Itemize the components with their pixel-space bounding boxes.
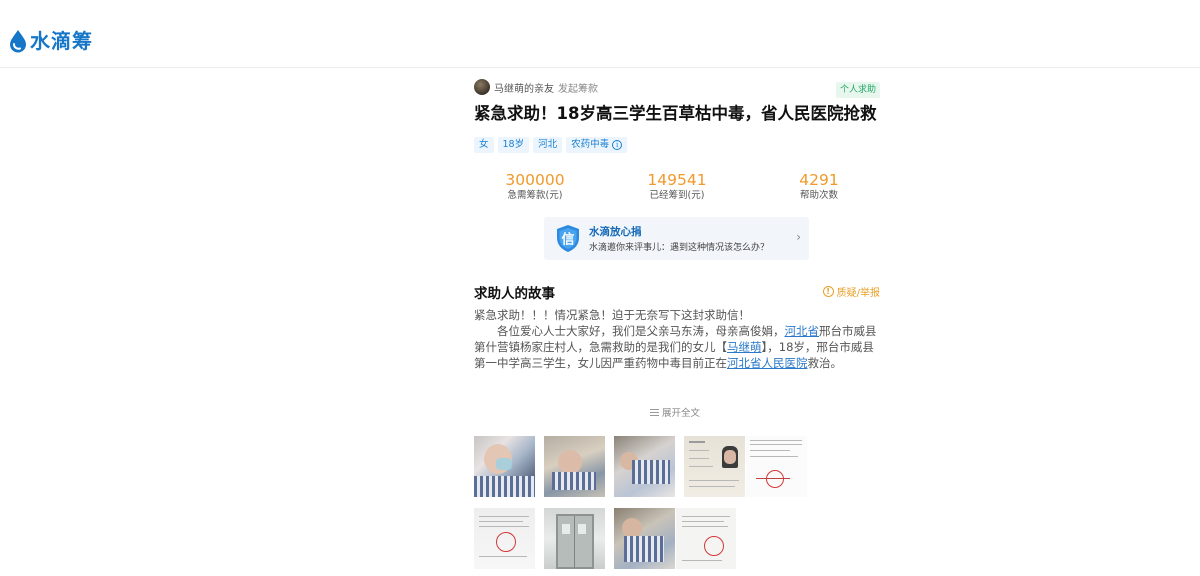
photo-thumbnail[interactable] [544, 508, 605, 569]
photo-grid [474, 436, 880, 576]
stat-raised-value: 149541 [647, 171, 707, 189]
campaign-title: 紧急求助！18岁高三学生百草枯中毒，省人民医院抢救 [474, 104, 877, 123]
stats: 300000 急需筹款(元) 149541 已经筹到(元) 4291 帮助次数 [474, 171, 880, 205]
stat-helps-value: 4291 [799, 171, 839, 189]
stat-target: 300000 急需筹款(元) [489, 171, 581, 203]
logo[interactable]: 水滴筹 [9, 29, 93, 53]
chevron-right-icon: › [796, 230, 801, 244]
photo-thumbnail[interactable] [474, 436, 535, 497]
menu-lines-icon [650, 408, 659, 416]
initiator-action: 发起筹款 [558, 83, 598, 95]
photo-thumbnail[interactable] [614, 436, 675, 497]
initiator: 马继萌的亲友 发起筹款 [474, 79, 598, 95]
stat-raised: 149541 已经筹到(元) [631, 171, 723, 203]
type-badge: 个人求助 [835, 82, 880, 98]
story-text-d: 救治。 [807, 356, 843, 370]
shield-icon: 信 [557, 225, 579, 252]
link-hospital[interactable]: 河北省人民医院 [727, 356, 808, 370]
tag-province: 河北 [533, 137, 563, 153]
story-line-1: 紧急求助！！！情况紧急！迫于无奈写下这封求助信！ [474, 308, 750, 322]
photo-thumbnail[interactable] [684, 436, 745, 497]
story-heading: 求助人的故事 [474, 286, 555, 302]
assure-subtitle: 水滴邀你来评事儿：遇到这种情况该怎么办？ [589, 243, 770, 253]
initiator-name: 马继萌的亲友 [494, 83, 554, 95]
tag-list: 女 18岁 河北 农药中毒 i [474, 137, 631, 153]
stat-target-value: 300000 [505, 171, 565, 189]
photo-thumbnail[interactable] [746, 436, 807, 497]
shield-char: 信 [561, 232, 574, 248]
assure-title: 水滴放心捐 [589, 226, 642, 238]
tag-gender: 女 [474, 137, 494, 153]
link-patient-name[interactable]: 马继萌 [727, 340, 762, 354]
photo-thumbnail[interactable] [614, 508, 675, 569]
top-bar: 水滴筹 [0, 0, 1200, 68]
tag-disease-label: 农药中毒 [571, 139, 610, 150]
water-drop-icon [10, 30, 26, 53]
photo-thumbnail[interactable] [544, 436, 605, 497]
stat-raised-label: 已经筹到(元) [649, 190, 705, 201]
stat-target-label: 急需筹款(元) [507, 190, 563, 201]
link-hebei-province[interactable]: 河北省 [785, 324, 820, 338]
report-button[interactable]: ! 质疑/举报 [822, 284, 880, 299]
stat-helps: 4291 帮助次数 [773, 171, 865, 203]
warning-icon: ! [822, 286, 834, 297]
logo-text: 水滴筹 [30, 29, 93, 53]
stat-helps-label: 帮助次数 [799, 190, 838, 201]
story-text-a: 各位爱心人士大家好，我们是父亲马东涛，母亲高俊娟， [497, 324, 785, 338]
assure-banner[interactable]: 信 水滴放心捐 水滴邀你来评事儿：遇到这种情况该怎么办？ › [544, 217, 809, 260]
tag-disease[interactable]: 农药中毒 i [566, 137, 628, 153]
story-text: 紧急求助！！！情况紧急！迫于无奈写下这封求助信！ 各位爱心人士大家好，我们是父亲… [474, 307, 880, 371]
expand-full-text-button[interactable]: 展开全文 [650, 405, 700, 419]
tag-age: 18岁 [497, 137, 530, 153]
story-paragraph-2: 各位爱心人士大家好，我们是父亲马东涛，母亲高俊娟，河北省邢台市威县第什营镇杨家庄… [474, 323, 880, 371]
photo-thumbnail[interactable] [676, 508, 736, 569]
info-icon[interactable]: i [612, 140, 623, 150]
expand-label: 展开全文 [662, 408, 701, 419]
photo-thumbnail[interactable] [474, 508, 535, 569]
report-label: 质疑/举报 [836, 288, 880, 299]
avatar [474, 79, 490, 95]
